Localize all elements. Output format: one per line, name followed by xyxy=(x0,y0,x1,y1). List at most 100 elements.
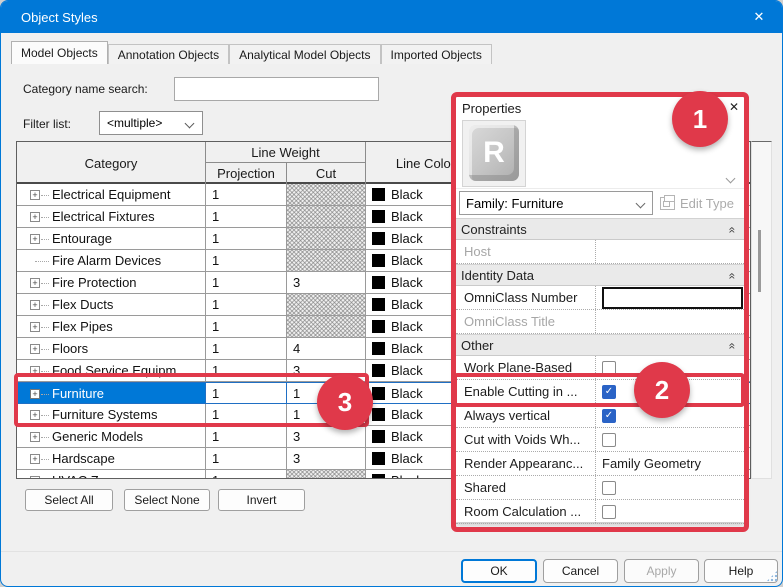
tab-imported-objects[interactable]: Imported Objects xyxy=(381,44,492,64)
expand-icon[interactable]: + xyxy=(30,410,40,420)
cut-cell[interactable]: 4 xyxy=(287,338,366,360)
collapse-chevrons-icon[interactable]: « xyxy=(726,227,740,234)
type-preview[interactable]: R xyxy=(456,119,744,189)
select-none-button[interactable]: Select None xyxy=(124,489,210,511)
expand-icon[interactable]: + xyxy=(30,322,40,332)
projection-cell[interactable]: 1 xyxy=(206,206,287,228)
projection-value: 1 xyxy=(212,451,219,466)
always-vertical-checkbox[interactable]: ✓ xyxy=(602,409,616,423)
type-selector-chevron-icon[interactable] xyxy=(726,174,736,184)
projection-cell[interactable]: 1 xyxy=(206,404,287,426)
projection-cell[interactable]: 1 xyxy=(206,316,287,338)
property-row-omniclass-title: OmniClass Title xyxy=(456,310,744,334)
render-appearanc-value[interactable]: Family Geometry xyxy=(602,456,701,471)
chevron-down-icon xyxy=(636,199,646,209)
category-cell[interactable]: +Hardscape xyxy=(17,448,206,470)
category-cell[interactable]: +Flex Pipes xyxy=(17,316,206,338)
cut-with-voids-wh-checkbox[interactable] xyxy=(602,433,616,447)
scrollbar-thumb[interactable] xyxy=(758,230,761,292)
tree-connector xyxy=(41,305,49,306)
select-all-button[interactable]: Select All xyxy=(25,489,113,511)
projection-cell[interactable]: 1 xyxy=(206,228,287,250)
category-cell[interactable]: Fire Alarm Devices xyxy=(17,250,206,272)
expand-icon[interactable]: + xyxy=(30,389,40,399)
expand-icon[interactable]: + xyxy=(30,344,40,354)
section-header-other[interactable]: Other« xyxy=(456,334,744,356)
cut-cell[interactable] xyxy=(287,250,366,272)
cancel-button[interactable]: Cancel xyxy=(543,559,618,583)
cut-cell[interactable] xyxy=(287,294,366,316)
projection-cell[interactable]: 1 xyxy=(206,272,287,294)
edit-type-button[interactable]: Edit Type xyxy=(660,191,742,215)
category-cell[interactable]: +Fire Protection xyxy=(17,272,206,294)
tab-model-objects[interactable]: Model Objects xyxy=(11,41,108,64)
category-cell[interactable]: +Entourage xyxy=(17,228,206,250)
tab-annotation-objects[interactable]: Annotation Objects xyxy=(108,44,229,64)
projection-cell[interactable]: 1 xyxy=(206,470,287,479)
omniclass-number-input[interactable] xyxy=(602,287,743,309)
cut-cell[interactable] xyxy=(287,206,366,228)
invert-button[interactable]: Invert xyxy=(218,489,305,511)
filter-list-select[interactable]: <multiple> xyxy=(99,111,203,135)
cut-cell[interactable] xyxy=(287,316,366,338)
expand-icon[interactable]: + xyxy=(30,190,40,200)
cut-cell[interactable]: 1 xyxy=(287,382,366,404)
expand-icon[interactable]: + xyxy=(30,454,40,464)
cut-cell[interactable] xyxy=(287,184,366,206)
object-styles-dialog: Object Styles ✕ Model ObjectsAnnotation … xyxy=(0,0,783,587)
tab-analytical-model-objects[interactable]: Analytical Model Objects xyxy=(229,44,380,64)
column-header-projection[interactable]: Projection xyxy=(206,163,287,184)
column-header-category[interactable]: Category xyxy=(17,142,206,184)
cut-cell[interactable]: 3 xyxy=(287,360,366,382)
expand-icon[interactable]: + xyxy=(30,234,40,244)
projection-cell[interactable]: 1 xyxy=(206,426,287,448)
collapse-chevrons-icon[interactable]: « xyxy=(726,273,740,280)
projection-cell[interactable]: 1 xyxy=(206,448,287,470)
expand-icon[interactable]: + xyxy=(30,212,40,222)
table-vertical-scrollbar[interactable] xyxy=(751,141,772,479)
expand-icon[interactable]: + xyxy=(30,476,40,479)
category-cell[interactable]: +Furniture xyxy=(17,382,206,404)
category-cell[interactable]: +Furniture Systems xyxy=(17,404,206,426)
enable-cutting-in-checkbox[interactable]: ✓ xyxy=(602,385,616,399)
close-icon[interactable]: ✕ xyxy=(736,1,782,33)
expand-icon[interactable]: + xyxy=(30,432,40,442)
projection-cell[interactable]: 1 xyxy=(206,338,287,360)
category-cell[interactable]: +Floors xyxy=(17,338,206,360)
collapse-chevrons-icon[interactable]: « xyxy=(726,343,740,350)
cut-cell[interactable]: 1 xyxy=(287,404,366,426)
category-cell[interactable]: +Flex Ducts xyxy=(17,294,206,316)
expand-icon[interactable]: + xyxy=(30,278,40,288)
tree-connector xyxy=(41,283,49,284)
category-search-input[interactable] xyxy=(174,77,379,101)
category-cell[interactable]: +HVAC Zones xyxy=(17,470,206,479)
section-header-constraints[interactable]: Constraints« xyxy=(456,218,744,240)
projection-cell[interactable]: 1 xyxy=(206,360,287,382)
help-button[interactable]: Help xyxy=(704,559,778,583)
room-calculation-checkbox[interactable] xyxy=(602,505,616,519)
expand-icon[interactable]: + xyxy=(30,366,40,376)
shared-checkbox[interactable] xyxy=(602,481,616,495)
cut-cell[interactable]: 3 xyxy=(287,448,366,470)
expand-icon[interactable]: + xyxy=(30,300,40,310)
section-header-identity-data[interactable]: Identity Data« xyxy=(456,264,744,286)
family-selector[interactable]: Family: Furniture xyxy=(459,191,653,215)
category-cell[interactable]: +Electrical Fixtures xyxy=(17,206,206,228)
category-cell[interactable]: +Generic Models xyxy=(17,426,206,448)
cut-cell[interactable] xyxy=(287,228,366,250)
title-bar: Object Styles ✕ xyxy=(1,1,782,33)
column-header-cut[interactable]: Cut xyxy=(287,163,366,184)
work-plane-based-checkbox[interactable] xyxy=(602,361,616,375)
category-cell[interactable]: +Food Service Equipm... xyxy=(17,360,206,382)
projection-cell[interactable]: 1 xyxy=(206,382,287,404)
property-label: Cut with Voids Wh... xyxy=(456,428,596,451)
ok-button[interactable]: OK xyxy=(461,559,537,583)
category-cell[interactable]: +Electrical Equipment xyxy=(17,184,206,206)
properties-close-icon[interactable]: ✕ xyxy=(729,100,739,114)
projection-cell[interactable]: 1 xyxy=(206,184,287,206)
cut-cell[interactable] xyxy=(287,470,366,479)
projection-cell[interactable]: 1 xyxy=(206,294,287,316)
projection-cell[interactable]: 1 xyxy=(206,250,287,272)
cut-cell[interactable]: 3 xyxy=(287,426,366,448)
cut-cell[interactable]: 3 xyxy=(287,272,366,294)
